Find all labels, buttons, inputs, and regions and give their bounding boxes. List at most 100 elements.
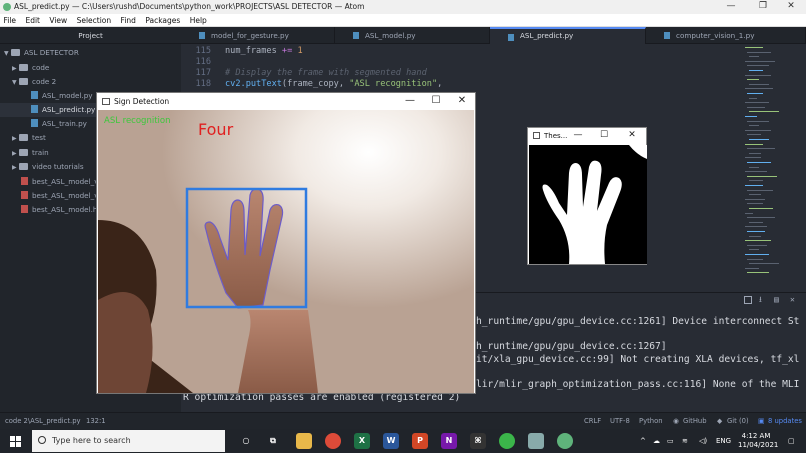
tree-item-video-tutorials[interactable]: ▶ video tutorials — [12, 160, 84, 174]
minimap-line — [745, 254, 769, 255]
network-icon[interactable]: ☁ — [653, 429, 660, 453]
word-icon[interactable]: W — [383, 433, 399, 449]
binary-file-icon — [21, 205, 28, 213]
onenote-icon[interactable]: N — [441, 433, 457, 449]
minimap-line — [747, 79, 759, 81]
menu-bar: File Edit View Selection Find Packages H… — [0, 14, 806, 27]
tree-item-code-2[interactable]: ▼ code 2 — [12, 75, 56, 89]
minimap[interactable] — [741, 44, 806, 292]
tray-expand-icon[interactable]: ^ — [640, 429, 646, 453]
wifi-icon[interactable]: ≋ — [682, 429, 688, 453]
minimap-line — [745, 226, 767, 228]
menu-selection[interactable]: Selection — [73, 14, 115, 27]
minimap-line — [745, 102, 769, 104]
spotify-icon[interactable] — [499, 433, 515, 449]
maximize-button[interactable]: ❐ — [748, 0, 778, 14]
taskbar-search-box[interactable]: Type here to search — [32, 430, 225, 452]
volume-icon[interactable]: ◁) — [699, 429, 707, 453]
camera-frame — [98, 110, 474, 393]
file-path[interactable]: code 2\ASL_predict.py — [5, 413, 81, 430]
sign-minimize-button[interactable]: — — [397, 93, 423, 110]
grammar-selector[interactable]: Python — [639, 413, 663, 430]
atom-taskbar-icon[interactable] — [557, 433, 573, 449]
tree-root-asl-detector[interactable]: ▼ ASL DETECTOR — [4, 46, 79, 60]
menu-file[interactable]: File — [0, 14, 20, 27]
cursor-position[interactable]: 132:1 — [86, 413, 106, 430]
thresh-window-titlebar: Thes... — ☐ ✕ — [528, 128, 646, 144]
tree-item-code[interactable]: ▶ code — [12, 61, 49, 75]
excel-icon[interactable]: X — [354, 433, 370, 449]
screen: ASL_predict.py — C:\Users\rushd\Document… — [0, 0, 806, 453]
minimap-line — [749, 97, 757, 99]
menu-packages[interactable]: Packages — [142, 14, 184, 27]
tree-item-test[interactable]: ▶ test — [12, 131, 46, 145]
minimap-line — [745, 267, 759, 269]
tree-item-best-asl-model-v3[interactable]: best_ASL_model_v3 — [21, 189, 103, 203]
python-file-icon — [664, 32, 670, 39]
chrome-icon[interactable] — [325, 433, 341, 449]
menu-view[interactable]: View — [46, 14, 71, 27]
line-number: 118 — [195, 79, 211, 89]
minimap-line — [747, 106, 765, 108]
python-file-icon — [353, 32, 359, 39]
updates-button[interactable]: 8 updates — [768, 413, 802, 430]
minimap-line — [749, 194, 761, 196]
powerpoint-icon[interactable]: P — [412, 433, 428, 449]
terminal-line: lir/mlir_graph_optimization_pass.cc:116]… — [476, 379, 800, 390]
file-encoding[interactable]: UTF-8 — [610, 413, 630, 430]
language-indicator[interactable]: ENG — [716, 429, 731, 453]
thresh-minimize-button[interactable]: — — [568, 128, 588, 144]
minimap-line — [745, 129, 771, 131]
tab-asl-predict[interactable]: ASL_predict.py — [490, 27, 646, 44]
threshold-image — [529, 145, 647, 264]
task-view-icon[interactable]: ⧉ — [265, 433, 281, 449]
package-icon: ▣ — [758, 417, 765, 425]
minimap-line — [747, 134, 761, 136]
folder-icon — [19, 149, 28, 156]
python-file-icon — [508, 34, 514, 41]
minimap-line — [745, 157, 761, 159]
file-explorer-icon[interactable] — [296, 433, 312, 449]
battery-icon[interactable]: ▭ — [667, 429, 674, 453]
python-icon[interactable] — [528, 433, 544, 449]
github-button[interactable]: GitHub — [683, 413, 707, 430]
menu-find[interactable]: Find — [117, 14, 139, 27]
thresh-maximize-button[interactable]: ☐ — [594, 128, 614, 144]
tree-item-train[interactable]: ▶ train — [12, 146, 49, 160]
sign-close-button[interactable]: ✕ — [449, 93, 475, 110]
windows-start-icon[interactable] — [10, 436, 21, 447]
minimap-line — [747, 231, 765, 232]
close-panel-icon[interactable]: ✕ — [790, 296, 798, 304]
binary-file-icon — [21, 177, 28, 185]
minimap-line — [749, 180, 763, 182]
taskbar-clock[interactable]: 4:12 AM 11/04/2021 — [738, 432, 778, 450]
minimap-line — [745, 47, 763, 48]
menu-help[interactable]: Help — [186, 14, 210, 27]
menu-edit[interactable]: Edit — [22, 14, 44, 27]
terminal-line: h_runtime/gpu/gpu_device.cc:1267] — [476, 341, 667, 352]
notifications-icon[interactable]: ▢ — [788, 429, 795, 453]
folder-icon — [19, 134, 28, 141]
tab-asl-model[interactable]: ASL_model.py — [335, 27, 490, 44]
minimap-line — [749, 249, 759, 251]
git-status[interactable]: Git (0) — [727, 413, 749, 430]
app-icon[interactable]: ⌘ — [470, 433, 486, 449]
thresh-close-button[interactable]: ✕ — [622, 128, 642, 144]
download-icon[interactable]: ⭳ — [759, 296, 767, 304]
minimize-button[interactable]: — — [716, 0, 746, 14]
close-button[interactable]: ✕ — [776, 0, 806, 14]
cortana-icon[interactable]: ○ — [238, 433, 254, 449]
sign-maximize-button[interactable]: ☐ — [423, 93, 449, 110]
tree-item-asl-train[interactable]: ASL_train.py — [31, 117, 87, 131]
tree-item-asl-model[interactable]: ASL_model.py — [31, 89, 93, 103]
line-number: 116 — [195, 57, 211, 67]
tab-model-for-gesture[interactable]: model_for_gesture.py — [181, 27, 335, 44]
tab-computer-vision[interactable]: computer_vision_1.py — [646, 27, 806, 44]
copy-icon[interactable]: ▤ — [774, 296, 782, 304]
tree-item-best-asl-model-v2[interactable]: best_ASL_model_v2 — [21, 175, 103, 189]
minimap-line — [749, 70, 763, 71]
line-ending[interactable]: CRLF — [584, 413, 601, 430]
minimap-line — [747, 258, 763, 260]
tree-item-best-asl-model-h5[interactable]: best_ASL_model.h5 — [21, 203, 102, 217]
clear-icon[interactable] — [744, 296, 752, 304]
